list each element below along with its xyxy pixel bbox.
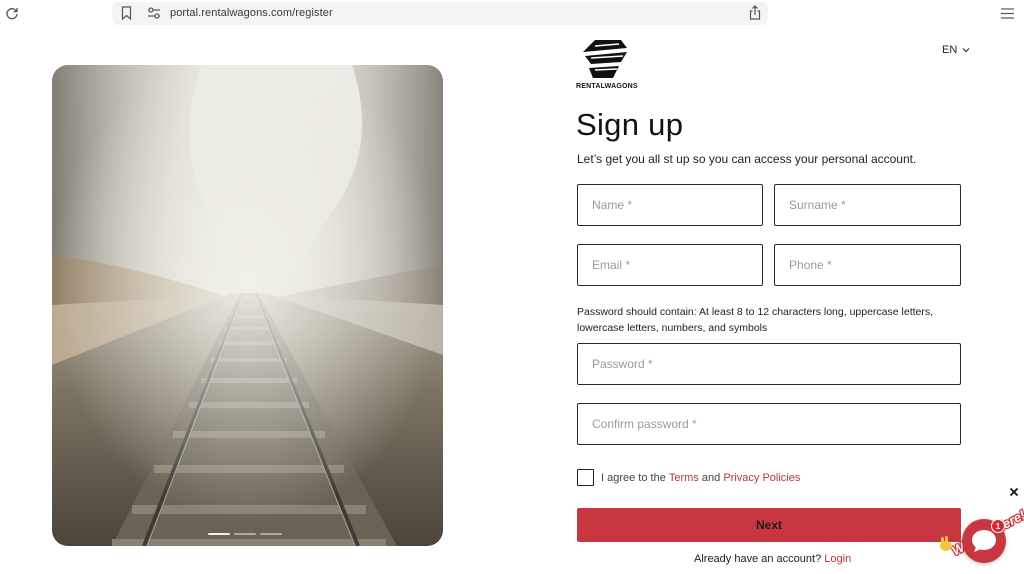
agree-and-text: and [701, 471, 721, 484]
terms-link[interactable]: Terms [669, 472, 699, 484]
chevron-down-icon [962, 48, 970, 53]
share-icon[interactable] [749, 5, 761, 20]
surname-field-wrapper [774, 184, 961, 226]
login-link[interactable]: Login [824, 553, 851, 565]
password-field-wrapper [577, 343, 961, 385]
phone-input[interactable] [775, 245, 960, 285]
next-button[interactable]: Next [577, 508, 961, 542]
surname-input[interactable] [775, 185, 960, 225]
logo-mark-icon [583, 40, 627, 78]
hero-railway-image [52, 65, 443, 546]
bookmark-icon[interactable] [121, 6, 132, 20]
terms-checkbox[interactable] [577, 469, 594, 486]
menu-icon[interactable] [1001, 8, 1014, 19]
brand-name: RENTALWAGONS [576, 83, 638, 90]
brand-logo[interactable]: RENTALWAGONS [576, 38, 638, 92]
privacy-policies-link[interactable]: Privacy Policies [723, 472, 800, 484]
page-subtitle: Let’s get you all st up so you can acces… [577, 152, 917, 166]
name-input[interactable] [578, 185, 762, 225]
language-value: EN [942, 44, 958, 56]
terms-agreement: I agree to the Terms and Privacy Policie… [577, 469, 800, 486]
language-selector[interactable]: EN [942, 44, 970, 56]
chat-unread-badge: 1 [991, 519, 1005, 533]
phone-field-wrapper [774, 244, 961, 286]
reload-icon[interactable] [5, 6, 19, 20]
name-field-wrapper [577, 184, 763, 226]
chat-bubble-icon [972, 530, 996, 552]
browser-toolbar: portal.rentalwagons.com/register [0, 0, 1024, 27]
agree-prefix-text: I agree to the [601, 471, 666, 484]
password-input[interactable] [578, 344, 960, 384]
site-settings-icon[interactable] [147, 7, 161, 19]
login-prompt-line: Already have an account? Login [694, 553, 851, 565]
email-field-wrapper [577, 244, 763, 286]
email-input[interactable] [578, 245, 762, 285]
page-title: Sign up [576, 107, 684, 142]
confirm-password-input[interactable] [578, 404, 960, 444]
url-text[interactable]: portal.rentalwagons.com/register [170, 7, 333, 19]
confirm-password-field-wrapper [577, 403, 961, 445]
carousel-indicator[interactable] [208, 532, 288, 536]
password-requirements: Password should contain: At least 8 to 1… [577, 306, 934, 334]
waving-hand-icon [940, 536, 952, 551]
login-prompt-text: Already have an account? [694, 553, 822, 565]
